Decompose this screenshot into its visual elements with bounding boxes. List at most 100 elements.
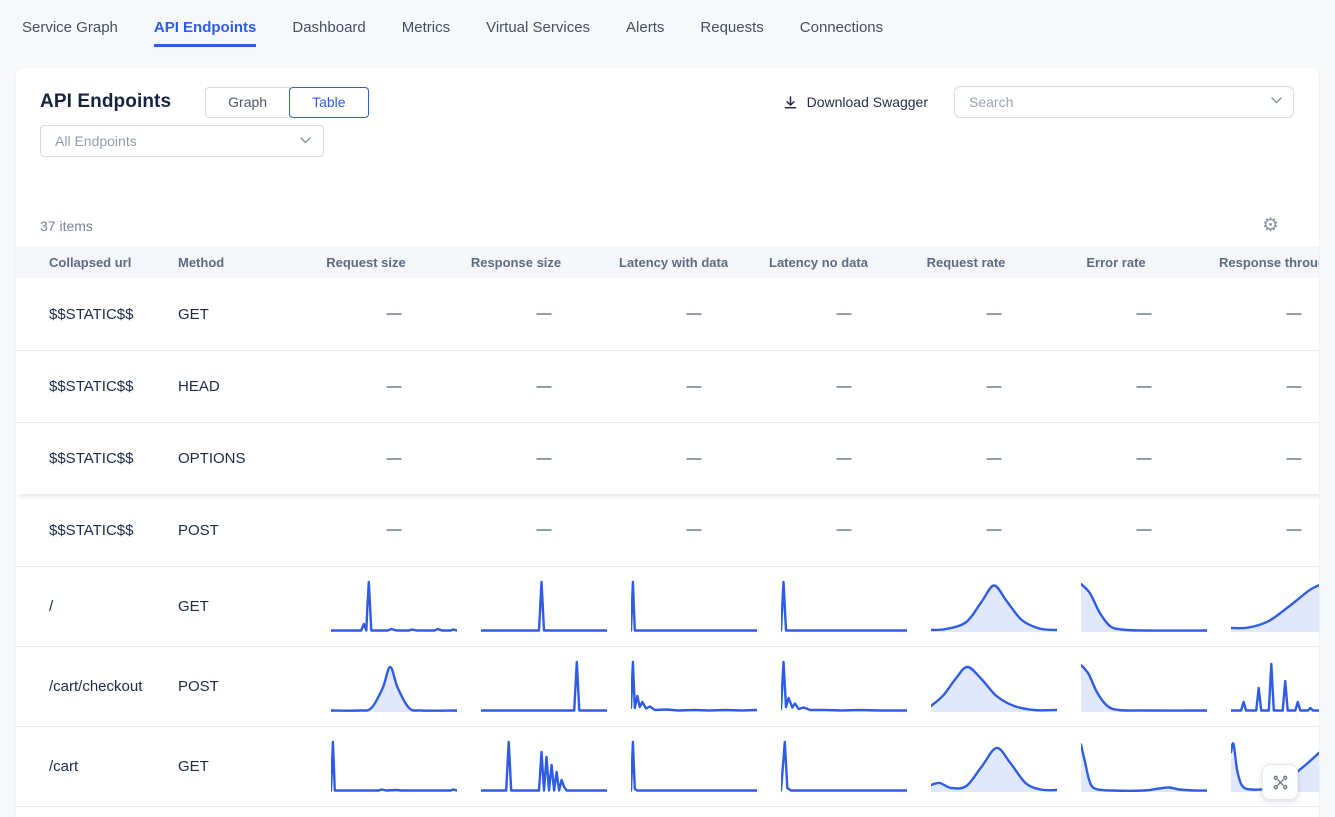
no-data-dash: —: [837, 378, 852, 395]
no-data-dash: —: [837, 450, 852, 467]
column-header[interactable]: Response size: [469, 255, 619, 270]
sparkline-chart[interactable]: [769, 647, 919, 726]
empty-metric-cell: —: [919, 450, 1069, 468]
sparkline-chart[interactable]: [469, 727, 619, 806]
sparkline-chart[interactable]: [919, 727, 1069, 806]
endpoint-method: OPTIONS: [145, 450, 319, 467]
empty-metric-cell: —: [1219, 305, 1319, 323]
endpoint-method: HEAD: [145, 378, 319, 395]
download-swagger-label: Download Swagger: [807, 94, 928, 110]
nav-item-api-endpoints[interactable]: API Endpoints: [154, 10, 257, 47]
sparkline-chart[interactable]: [619, 567, 769, 646]
endpoint-url: /cart/checkout: [16, 678, 145, 695]
view-toggle: Graph Table: [205, 87, 368, 118]
sparkline-chart[interactable]: [319, 567, 469, 646]
sparkline-chart[interactable]: [769, 727, 919, 806]
empty-metric-cell: —: [1219, 521, 1319, 539]
table-row[interactable]: $$STATIC$$HEAD———————: [16, 350, 1319, 422]
empty-metric-cell: —: [319, 378, 469, 396]
no-data-dash: —: [537, 378, 552, 395]
empty-metric-cell: —: [619, 521, 769, 539]
empty-metric-cell: —: [919, 521, 1069, 539]
table-row[interactable]: /cartGET: [16, 726, 1319, 806]
no-data-dash: —: [537, 305, 552, 322]
no-data-dash: —: [387, 450, 402, 467]
sparkline-chart[interactable]: [619, 647, 769, 726]
no-data-dash: —: [387, 378, 402, 395]
empty-metric-cell: —: [769, 450, 919, 468]
table-row: [16, 806, 1319, 817]
sparkline-chart[interactable]: [1069, 647, 1219, 726]
chevron-down-icon: [300, 137, 311, 144]
endpoint-method: POST: [145, 522, 319, 539]
search-input[interactable]: [954, 86, 1294, 118]
download-swagger-button[interactable]: Download Swagger: [783, 94, 928, 110]
sparkline-chart[interactable]: [319, 647, 469, 726]
nav-item-virtual-services[interactable]: Virtual Services: [486, 10, 590, 47]
graph-view-button[interactable]: Graph: [205, 87, 290, 118]
nav-item-dashboard[interactable]: Dashboard: [292, 10, 365, 47]
nav-item-service-graph[interactable]: Service Graph: [22, 10, 118, 47]
sparkline-chart[interactable]: [1219, 567, 1319, 646]
table-row[interactable]: /cart/checkoutPOST: [16, 646, 1319, 726]
sparkline-chart[interactable]: [1069, 727, 1219, 806]
endpoint-url: $$STATIC$$: [16, 450, 145, 467]
expand-chart-button[interactable]: [1262, 764, 1298, 800]
endpoint-url: /: [16, 598, 145, 615]
empty-metric-cell: —: [769, 305, 919, 323]
empty-metric-cell: —: [469, 305, 619, 323]
sparkline-chart[interactable]: [1219, 647, 1319, 726]
sparkline-chart[interactable]: [469, 647, 619, 726]
chevron-down-icon[interactable]: [1271, 97, 1282, 104]
empty-metric-cell: —: [469, 378, 619, 396]
column-header[interactable]: Collapsed url: [16, 255, 145, 270]
nav-item-metrics[interactable]: Metrics: [402, 10, 450, 47]
empty-metric-cell: —: [469, 450, 619, 468]
table-header: Collapsed urlMethodRequest sizeResponse …: [16, 246, 1319, 278]
header-actions: Download Swagger: [783, 86, 1294, 118]
download-icon: [783, 95, 798, 110]
endpoints-table: Collapsed urlMethodRequest sizeResponse …: [16, 246, 1319, 817]
panel-header: API Endpoints Graph Table Download Swagg…: [40, 86, 1294, 118]
table-row[interactable]: $$STATIC$$OPTIONS———————: [16, 422, 1319, 494]
no-data-dash: —: [987, 305, 1002, 322]
no-data-dash: —: [1137, 521, 1152, 538]
no-data-dash: —: [987, 521, 1002, 538]
column-header[interactable]: Method: [145, 255, 319, 270]
api-endpoints-panel: API Endpoints Graph Table Download Swagg…: [16, 68, 1319, 817]
column-header[interactable]: Error rate: [1069, 255, 1219, 270]
empty-metric-cell: —: [1219, 378, 1319, 396]
sparkline-chart[interactable]: [919, 647, 1069, 726]
nav-item-alerts[interactable]: Alerts: [626, 10, 664, 47]
sparkline-chart[interactable]: [619, 727, 769, 806]
table-row[interactable]: $$STATIC$$POST———————: [16, 494, 1319, 566]
column-header[interactable]: Request rate: [919, 255, 1069, 270]
empty-metric-cell: —: [319, 521, 469, 539]
sparkline-chart[interactable]: [319, 727, 469, 806]
no-data-dash: —: [987, 378, 1002, 395]
nav-item-connections[interactable]: Connections: [800, 10, 883, 47]
empty-metric-cell: —: [469, 521, 619, 539]
nav-item-requests[interactable]: Requests: [700, 10, 763, 47]
column-header[interactable]: Latency no data: [769, 255, 919, 270]
sparkline-chart[interactable]: [469, 567, 619, 646]
empty-metric-cell: —: [619, 305, 769, 323]
no-data-dash: —: [687, 521, 702, 538]
no-data-dash: —: [687, 450, 702, 467]
table-view-button[interactable]: Table: [289, 87, 368, 118]
settings-gear-icon[interactable]: ⚙: [1262, 216, 1279, 235]
top-nav: Service Graph API Endpoints Dashboard Metri…: [0, 0, 1335, 56]
no-data-dash: —: [1137, 305, 1152, 322]
empty-metric-cell: —: [769, 521, 919, 539]
column-header[interactable]: Response throughput: [1219, 255, 1319, 270]
sparkline-chart[interactable]: [919, 567, 1069, 646]
column-header[interactable]: Latency with data: [619, 255, 769, 270]
sparkline-chart[interactable]: [769, 567, 919, 646]
no-data-dash: —: [987, 450, 1002, 467]
empty-metric-cell: —: [1069, 378, 1219, 396]
sparkline-chart[interactable]: [1069, 567, 1219, 646]
column-header[interactable]: Request size: [319, 255, 469, 270]
table-row[interactable]: /GET: [16, 566, 1319, 646]
endpoint-filter-select[interactable]: All Endpoints: [40, 125, 324, 157]
table-row[interactable]: $$STATIC$$GET———————: [16, 278, 1319, 350]
